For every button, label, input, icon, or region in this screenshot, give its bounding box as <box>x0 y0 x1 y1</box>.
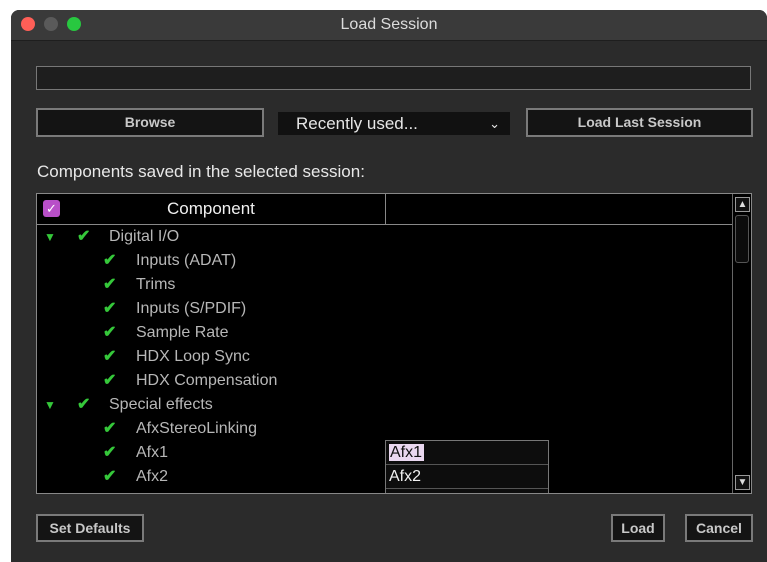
load-session-window: Load Session Browse Recently used... ⌄ L… <box>11 10 767 562</box>
checkmark-icon[interactable]: ✔ <box>103 297 116 321</box>
popup-item-label: Afx2 <box>389 468 422 485</box>
table-header: ✓ Component <box>37 194 732 225</box>
popup-item-label: Afx1 <box>389 444 425 461</box>
disclosure-triangle-icon[interactable]: ▼ <box>44 225 56 249</box>
list-item[interactable]: ✔ HDX Loop Sync <box>37 345 727 369</box>
scroll-down-arrow-icon[interactable]: ▼ <box>735 475 750 490</box>
afx-dropdown-list[interactable]: Afx1 Afx2 <box>385 440 549 493</box>
list-item[interactable]: ▼ ✔ Digital I/O <box>37 225 727 249</box>
list-item-label: HDX Loop Sync <box>136 348 250 365</box>
list-item-label: HDX Compensation <box>136 372 278 389</box>
cancel-button[interactable]: Cancel <box>685 514 753 542</box>
list-item[interactable]: ✔ Sample Rate <box>37 321 727 345</box>
list-item[interactable]: ✔ Inputs (S/PDIF) <box>37 297 727 321</box>
component-column-label: Component <box>167 199 255 218</box>
vertical-scrollbar[interactable]: ▲ ▼ <box>732 194 751 493</box>
list-item-label: Afx2 <box>136 468 169 485</box>
disclosure-triangle-icon[interactable]: ▼ <box>44 393 56 417</box>
checkmark-icon[interactable]: ✔ <box>103 417 116 441</box>
checkmark-icon[interactable]: ✔ <box>77 225 90 249</box>
title-bar[interactable]: Load Session <box>11 10 767 41</box>
list-item[interactable]: ✔ Inputs (ADAT) <box>37 249 727 273</box>
window-title: Load Session <box>340 16 438 33</box>
list-item-label: Special effects <box>109 396 213 413</box>
list-item-label: Afx3 <box>136 489 168 493</box>
chevron-down-icon: ⌄ <box>489 116 500 131</box>
session-path-field[interactable] <box>36 66 751 90</box>
set-defaults-button[interactable]: Set Defaults <box>36 514 144 542</box>
list-item[interactable]: ✔ HDX Compensation <box>37 369 727 393</box>
component-column-header[interactable]: ✓ Component <box>37 194 386 224</box>
checkmark-icon[interactable]: ✔ <box>103 273 116 297</box>
list-item-label: Inputs (S/PDIF) <box>136 300 247 317</box>
list-item-label: Digital I/O <box>109 228 180 245</box>
checkmark-icon[interactable]: ✔ <box>103 369 116 393</box>
list-item-label: AfxStereoLinking <box>136 420 257 437</box>
list-item[interactable]: ✔ AfxStereoLinking <box>37 417 727 441</box>
scroll-up-arrow-icon[interactable]: ▲ <box>735 197 750 212</box>
components-section-label: Components saved in the selected session… <box>37 162 365 181</box>
list-item-label: Sample Rate <box>136 324 229 341</box>
list-item-label: Afx1 <box>136 444 169 461</box>
list-item[interactable]: ✔ Trims <box>37 273 727 297</box>
checkmark-icon[interactable]: ✔ <box>103 489 116 493</box>
components-table: ✓ Component ▼ ✔ Digital I/O ✔ Inputs (ADAT) ✔… <box>36 193 752 494</box>
load-last-session-button[interactable]: Load Last Session <box>526 108 753 137</box>
checkmark-icon[interactable]: ✔ <box>103 441 116 465</box>
list-item[interactable]: ✔ Afx3 <box>37 489 727 493</box>
browse-button[interactable]: Browse <box>36 108 264 137</box>
list-item[interactable]: ▼ ✔ Special effects <box>37 393 727 417</box>
checkmark-icon[interactable]: ✔ <box>103 465 116 489</box>
recent-sessions-dropdown[interactable]: Recently used... ⌄ <box>278 112 510 135</box>
select-all-checkbox[interactable]: ✓ <box>43 200 60 217</box>
scrollbar-thumb[interactable] <box>735 215 749 263</box>
popup-item-afx1[interactable]: Afx1 <box>386 441 548 465</box>
popup-item-afx2[interactable]: Afx2 <box>386 465 548 489</box>
list-item-label: Inputs (ADAT) <box>136 252 237 269</box>
list-item[interactable]: ✔ Afx2 <box>37 465 727 489</box>
dropdown-selected-value: Recently used... <box>296 114 418 133</box>
list-item-label: Trims <box>136 276 176 293</box>
checkmark-icon[interactable]: ✔ <box>103 249 116 273</box>
checkmark-icon[interactable]: ✔ <box>77 393 90 417</box>
load-button[interactable]: Load <box>611 514 665 542</box>
list-item[interactable]: ✔ Afx1 <box>37 441 727 465</box>
checkmark-icon[interactable]: ✔ <box>103 321 116 345</box>
checkmark-icon[interactable]: ✔ <box>103 345 116 369</box>
